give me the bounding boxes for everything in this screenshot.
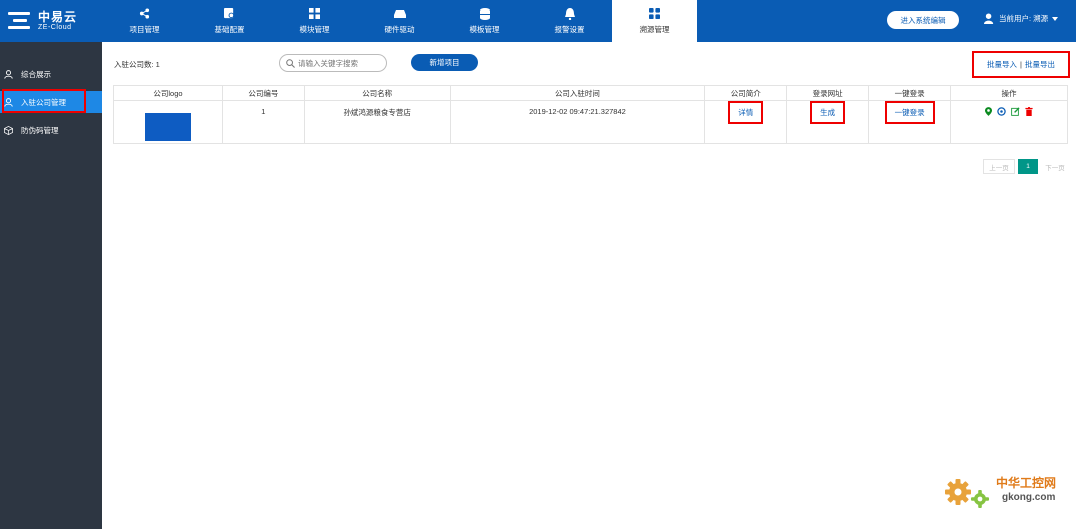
config-gear-icon (224, 8, 236, 20)
one-click-login-cell: 一键登录 (868, 100, 952, 144)
sidebar-item-label: 综合展示 (21, 69, 51, 79)
next-page-button[interactable]: 下一页 (1041, 159, 1069, 174)
company-joined-time: 2019-12-02 09:47:21.327842 (449, 100, 706, 144)
prev-page-button[interactable]: 上一页 (983, 159, 1015, 174)
edit-icon[interactable] (1011, 107, 1020, 116)
chevron-down-icon (1052, 16, 1059, 21)
sidebar-item-anticounterfeit[interactable]: 防伪码管理 (0, 119, 102, 141)
page-number-button[interactable]: 1 (1018, 159, 1038, 174)
column-header: 公司logo (113, 85, 223, 101)
intro-detail-link[interactable]: 详情 (728, 101, 764, 124)
column-header: 公司入驻时间 (449, 85, 706, 101)
sidebar-item-label: 防伪码管理 (21, 125, 59, 135)
login-url-cell: 生成 (786, 100, 870, 144)
grid-apps-icon (649, 8, 661, 20)
column-header: 公司简介 (704, 85, 788, 101)
nav-item-template[interactable]: 模板管理 (442, 0, 527, 42)
company-name: 孙斌鸿源粮食专营店 (303, 100, 451, 144)
company-count: 入驻公司数: 1 (114, 60, 160, 69)
top-bar: 中易云 ZE-Cloud 项目管理 基础配置 模块管理 硬件驱动 模板管理 报警… (0, 0, 1076, 42)
company-intro-cell: 详情 (704, 100, 788, 144)
brand-name: 中易云 (38, 9, 78, 24)
user-icon (984, 13, 994, 24)
search-box[interactable] (279, 54, 387, 72)
user-menu[interactable]: 当前用户: 溯源 (984, 13, 1059, 24)
column-header: 公司编号 (221, 85, 305, 101)
nav-item-project[interactable]: 项目管理 (102, 0, 187, 42)
batch-actions: 批量导入 | 批量导出 (972, 51, 1070, 78)
database-icon (479, 7, 491, 20)
company-table: 公司logo 公司编号 公司名称 公司入驻时间 公司简介 登录网址 一键登录 操… (113, 85, 1068, 144)
nav-item-alarm[interactable]: 报警设置 (527, 0, 612, 42)
company-logo-cell (113, 100, 223, 144)
table-header-row: 公司logo 公司编号 公司名称 公司入驻时间 公司简介 登录网址 一键登录 操… (113, 85, 1068, 101)
highlight-box (2, 89, 86, 113)
column-header: 一键登录 (868, 85, 952, 101)
nav-label: 硬件驱动 (384, 24, 415, 34)
batch-export-link[interactable]: 批量导出 (1025, 59, 1055, 70)
generate-login-url-link[interactable]: 生成 (810, 101, 846, 124)
nav-label: 模块管理 (299, 24, 330, 34)
new-project-button[interactable]: 新增项目 (411, 54, 478, 71)
batch-import-link[interactable]: 批量导入 (987, 59, 1017, 70)
nav-item-traceability[interactable]: 溯源管理 (612, 0, 697, 42)
bell-icon (564, 7, 576, 20)
share-nodes-icon (139, 8, 151, 20)
table-row: 1 孙斌鸿源粮食专营店 2019-12-02 09:47:21.327842 详… (113, 100, 1068, 144)
column-header: 操作 (950, 85, 1068, 101)
watermark-site: gkong.com (1002, 492, 1056, 503)
location-pin-icon[interactable] (985, 107, 993, 116)
hard-drive-icon (393, 8, 406, 20)
sidebar: 综合展示 入驻公司管理 防伪码管理 (0, 42, 102, 529)
one-click-login-link[interactable]: 一键登录 (884, 101, 935, 124)
modules-grid-icon (309, 8, 321, 20)
nav-item-config[interactable]: 基础配置 (187, 0, 272, 42)
nav-label: 溯源管理 (639, 24, 670, 34)
enter-system-edit-button[interactable]: 进入系统编辑 (887, 11, 959, 29)
brand-logo[interactable]: 中易云 ZE-Cloud (0, 0, 102, 42)
column-header: 登录网址 (786, 85, 870, 101)
ze-logo-icon (8, 11, 32, 31)
gear-icon (945, 479, 989, 508)
column-header: 公司名称 (303, 85, 451, 101)
nav-label: 基础配置 (214, 24, 245, 34)
brand-name-en: ZE-Cloud (38, 23, 72, 31)
nav-label: 项目管理 (129, 24, 160, 34)
nav-item-modules[interactable]: 模块管理 (272, 0, 357, 42)
search-input[interactable] (298, 58, 386, 68)
nav-label: 报警设置 (554, 24, 585, 34)
nav-label: 模板管理 (469, 24, 500, 34)
delete-trash-icon[interactable] (1025, 107, 1033, 116)
nav-item-hardware[interactable]: 硬件驱动 (357, 0, 442, 42)
cube-icon (3, 125, 13, 135)
sidebar-item-overview[interactable]: 综合展示 (0, 63, 102, 85)
company-id: 1 (221, 100, 305, 144)
search-icon (286, 58, 295, 68)
main-nav: 项目管理 基础配置 模块管理 硬件驱动 模板管理 报警设置 溯源管理 (102, 0, 697, 42)
watermark-title: 中华工控网 (996, 476, 1057, 490)
refresh-icon[interactable] (997, 107, 1006, 116)
watermark: 中华工控网 gkong.com (940, 466, 1070, 516)
company-logo-image (144, 113, 191, 141)
user-icon (3, 69, 13, 79)
batch-separator: | (1020, 60, 1022, 69)
current-user-label: 当前用户: 溯源 (999, 14, 1049, 23)
operations-cell (950, 100, 1068, 144)
pagination: 上一页 1 下一页 (983, 159, 1069, 174)
